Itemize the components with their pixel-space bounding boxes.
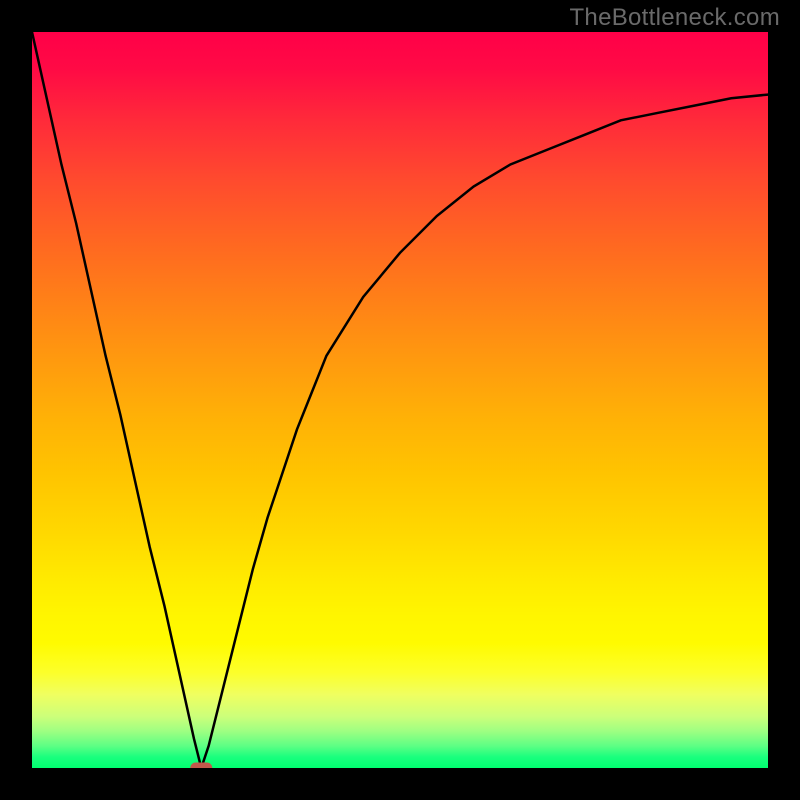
bottleneck-curve [32,32,768,768]
chart-frame: TheBottleneck.com [0,0,800,800]
watermark-label: TheBottleneck.com [569,4,780,32]
minimum-marker [190,763,212,769]
curve-layer [32,32,768,768]
plot-area [32,32,768,768]
